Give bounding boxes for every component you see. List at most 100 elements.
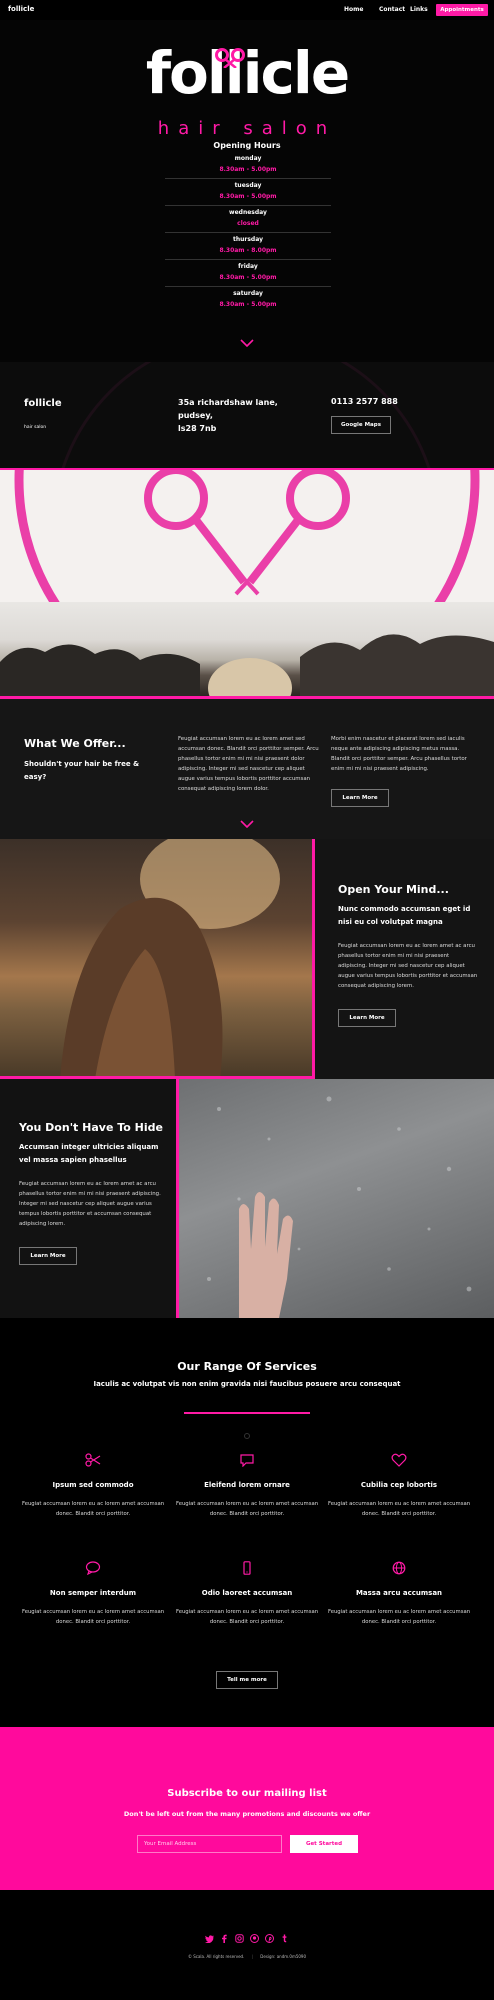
hide-heading: You Don't Have To Hide bbox=[19, 1121, 163, 1134]
nav-link-home[interactable]: Home bbox=[344, 6, 363, 13]
service-item: Cubilia cep lobortis Feugiat accumsan lo… bbox=[324, 1451, 474, 1519]
divider bbox=[165, 178, 331, 179]
service-text: Feugiat accumsan lorem eu ac lorem amet … bbox=[21, 1609, 165, 1625]
github-icon[interactable] bbox=[250, 1934, 259, 1943]
opening-hours-title: Opening Hours bbox=[213, 141, 281, 150]
service-text: Feugiat accumsan lorem eu ac lorem amet … bbox=[175, 1609, 319, 1625]
mind-subheading: Nunc commodo accumsan eget id nisi eu co… bbox=[338, 905, 471, 926]
divider bbox=[165, 286, 331, 287]
mind-text: Feugiat accumsan lorem eu ac lorem amet … bbox=[338, 943, 478, 989]
service-title: Odio laoreet accumsan bbox=[201, 1589, 293, 1597]
hours-day: saturday bbox=[233, 290, 263, 297]
social-links bbox=[0, 1934, 494, 1943]
service-item: Massa arcu accumsan Feugiat accumsan lor… bbox=[324, 1559, 474, 1627]
hours-time: 8.30am - 8.00pm bbox=[219, 247, 277, 254]
accent-divider bbox=[184, 1412, 310, 1414]
offer-text: Morbi enim nascetur et placerat lorem se… bbox=[331, 736, 467, 772]
offer-heading: What We Offer... bbox=[24, 737, 126, 750]
subscribe-section: Subscribe to our mailing list Don't be l… bbox=[0, 1727, 494, 1890]
mind-section: Open Your Mind... Nunc commodo accumsan … bbox=[0, 839, 494, 1079]
instagram-icon[interactable] bbox=[235, 1934, 244, 1943]
scissors-logo-icon bbox=[215, 48, 245, 68]
address-line: 35a richardshaw lane, bbox=[178, 398, 278, 407]
top-nav: follicle Home Contact Links Appointments bbox=[0, 0, 494, 20]
learn-more-button[interactable]: Learn More bbox=[338, 1009, 396, 1027]
service-item: Ipsum sed commodo Feugiat accumsan lorem… bbox=[18, 1451, 168, 1519]
divider bbox=[165, 259, 331, 260]
service-title: Cubilia cep lobortis bbox=[360, 1481, 438, 1489]
contact-name: follicle bbox=[24, 398, 62, 409]
contact-phone[interactable]: 0113 2577 888 bbox=[331, 397, 398, 406]
copyright-text: © Scala. All rights reserved. bbox=[187, 1954, 245, 1959]
service-text: Feugiat accumsan lorem eu ac lorem amet … bbox=[21, 1501, 165, 1517]
scissors-graphic-icon bbox=[14, 470, 480, 602]
brand-logo[interactable]: follicle bbox=[8, 5, 34, 13]
service-item: Eleifend lorem ornare Feugiat accumsan l… bbox=[172, 1451, 322, 1519]
photo-detail bbox=[207, 1096, 472, 1318]
scissors-banner-image bbox=[0, 468, 494, 602]
heart-icon bbox=[391, 1453, 407, 1467]
hours-time: closed bbox=[237, 220, 259, 227]
tumblr-icon[interactable] bbox=[280, 1934, 289, 1943]
subscribe-subheading: Don't be left out from the many promotio… bbox=[123, 1810, 371, 1818]
contact-subtitle: hair salon bbox=[24, 425, 47, 430]
twitter-icon[interactable] bbox=[205, 1934, 214, 1943]
scissors-icon bbox=[85, 1453, 101, 1467]
hours-time: 8.30am - 5.00pm bbox=[219, 274, 277, 281]
service-item: Odio laoreet accumsan Feugiat accumsan l… bbox=[172, 1559, 322, 1627]
service-title: Eleifend lorem ornare bbox=[204, 1481, 290, 1489]
comment-icon bbox=[85, 1561, 101, 1575]
services-subheading: Iaculis ac volutpat vis non enim gravida… bbox=[93, 1380, 401, 1388]
learn-more-button[interactable]: Learn More bbox=[19, 1247, 77, 1265]
service-item: Non semper interdum Feugiat accumsan lor… bbox=[18, 1559, 168, 1627]
hours-row: friday 8.30am - 5.00pm bbox=[165, 263, 331, 287]
chevron-down-icon[interactable] bbox=[240, 820, 254, 828]
copyright-line: © Scala. All rights reserved. | Design: … bbox=[187, 1954, 307, 1959]
photo-detail bbox=[60, 839, 280, 1076]
mind-heading: Open Your Mind... bbox=[338, 883, 449, 896]
hours-row: tuesday 8.30am - 5.00pm bbox=[165, 182, 331, 206]
google-maps-button[interactable]: Google Maps bbox=[331, 416, 391, 434]
service-text: Feugiat accumsan lorem eu ac lorem amet … bbox=[175, 1501, 319, 1517]
hours-time: 8.30am - 5.00pm bbox=[219, 166, 277, 173]
hours-row: thursday 8.30am - 8.00pm bbox=[165, 236, 331, 260]
appointments-button[interactable]: Appointments bbox=[436, 4, 488, 16]
hours-row: wednesday closed bbox=[165, 209, 331, 233]
hours-day: wednesday bbox=[229, 209, 267, 216]
address-line: pudsey, bbox=[178, 411, 213, 420]
design-credit[interactable]: Design: andm.0m5090 bbox=[260, 1954, 306, 1959]
facebook-icon[interactable] bbox=[220, 1934, 229, 1943]
chevron-down-icon[interactable] bbox=[240, 339, 254, 347]
dot-icon bbox=[244, 1433, 250, 1439]
hide-section: You Don't Have To Hide Accumsan integer … bbox=[0, 1079, 494, 1318]
offer-section: What We Offer... Shouldn't your hair be … bbox=[0, 699, 494, 839]
hero-tagline: hair salon bbox=[157, 118, 337, 139]
tree-silhouette bbox=[0, 634, 494, 696]
hours-time: 8.30am - 5.00pm bbox=[219, 193, 277, 200]
globe-icon bbox=[392, 1561, 406, 1575]
nav-link-links[interactable]: Links bbox=[410, 6, 428, 13]
learn-more-button[interactable]: Learn More bbox=[331, 789, 389, 807]
subscribe-heading: Subscribe to our mailing list bbox=[167, 1788, 327, 1799]
offer-question: Shouldn't your hair be free & easy? bbox=[24, 760, 140, 781]
hours-day: friday bbox=[238, 263, 258, 270]
email-input[interactable] bbox=[137, 1835, 282, 1853]
service-text: Feugiat accumsan lorem eu ac lorem amet … bbox=[327, 1609, 471, 1625]
pinterest-icon[interactable] bbox=[265, 1934, 274, 1943]
nav-link-contact[interactable]: Contact bbox=[379, 6, 405, 13]
contact-address: 35a richardshaw lane, pudsey, ls28 7nb bbox=[178, 396, 278, 435]
tell-me-more-button[interactable]: Tell me more bbox=[216, 1671, 278, 1689]
rain-window-photo bbox=[176, 1079, 494, 1318]
hide-subheading: Accumsan integer ultricies aliquam vel m… bbox=[19, 1143, 159, 1164]
services-heading: Our Range Of Services bbox=[177, 1360, 317, 1373]
service-title: Massa arcu accumsan bbox=[355, 1589, 443, 1597]
get-started-button[interactable]: Get Started bbox=[290, 1835, 358, 1853]
hero-logo: follicle bbox=[0, 44, 494, 102]
address-line: ls28 7nb bbox=[178, 424, 217, 433]
offer-text: Feugiat accumsan lorem eu ac lorem amet … bbox=[178, 736, 319, 792]
divider bbox=[165, 205, 331, 206]
services-section: Our Range Of Services Iaculis ac volutpa… bbox=[0, 1318, 494, 1727]
contact-section: follicle hair salon 35a richardshaw lane… bbox=[0, 362, 494, 468]
girl-sunset-photo bbox=[0, 839, 315, 1079]
hours-day: thursday bbox=[232, 236, 263, 243]
